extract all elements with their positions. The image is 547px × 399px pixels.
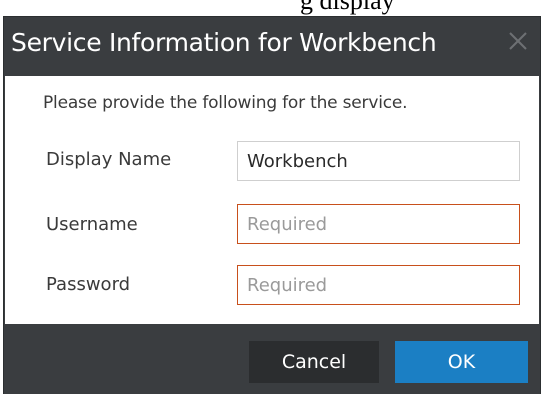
username-label: Username — [46, 214, 138, 235]
password-input[interactable] — [237, 265, 520, 305]
display-name-label: Display Name — [46, 149, 172, 170]
dialog-footer: Cancel OK — [4, 324, 540, 394]
background-text: g display — [300, 0, 395, 15]
display-name-input[interactable] — [237, 141, 520, 181]
cancel-button[interactable]: Cancel — [249, 341, 379, 383]
dialog-body: Please provide the following for the ser… — [5, 76, 539, 324]
dialog-intro-text: Please provide the following for the ser… — [43, 93, 408, 113]
ok-button[interactable]: OK — [395, 341, 528, 383]
password-label: Password — [46, 274, 131, 295]
close-icon[interactable] — [506, 29, 530, 53]
dialog-titlebar: Service Information for Workbench — [4, 17, 540, 75]
dialog-title: Service Information for Workbench — [11, 28, 437, 57]
username-input[interactable] — [237, 204, 520, 244]
service-information-dialog: Service Information for Workbench Please… — [3, 16, 541, 394]
